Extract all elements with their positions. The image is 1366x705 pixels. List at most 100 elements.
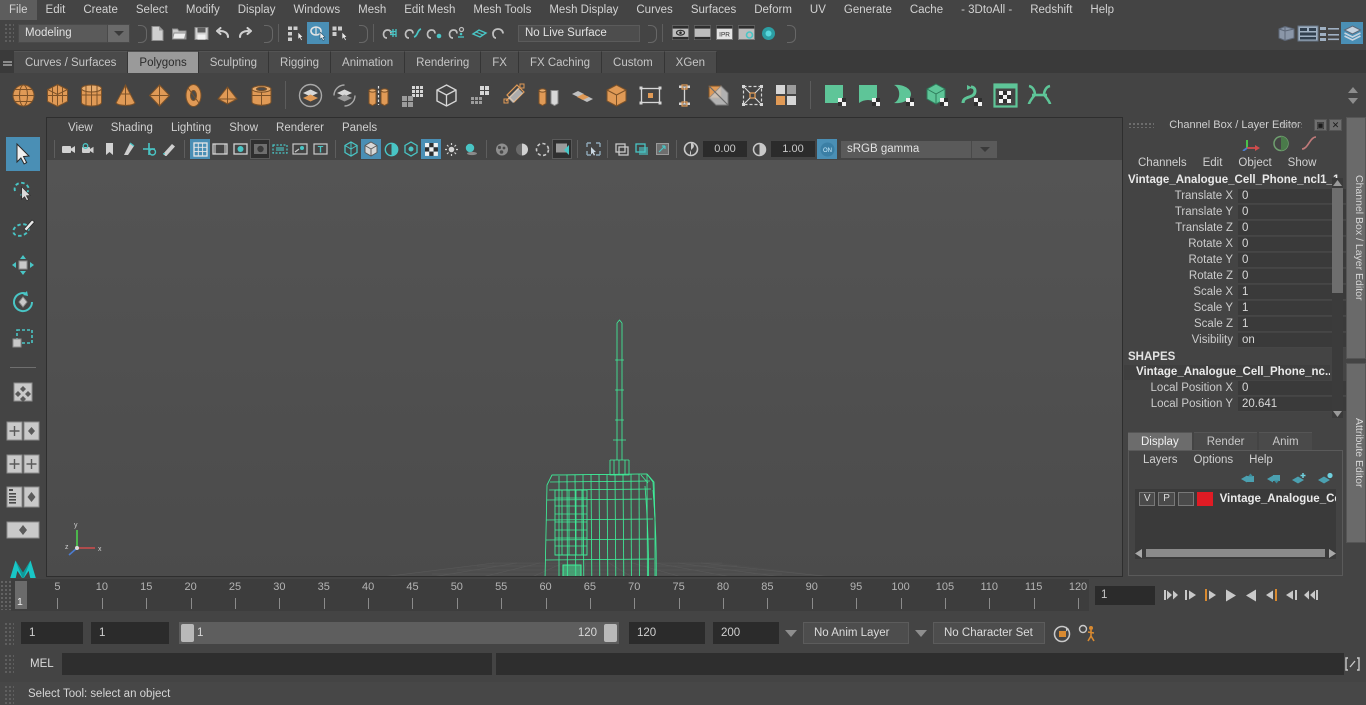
smooth-shade-selected-icon[interactable] (381, 139, 401, 159)
attribute-label[interactable]: Rotate X (1124, 238, 1238, 250)
scroll-up-arrow[interactable] (1332, 178, 1343, 187)
poly-sphere-icon[interactable] (6, 78, 40, 112)
time-slider[interactable]: 1 5 10 15 20 25 30 35 40 45 50 55 60 65 70 75 80 85 90 95 1… (11, 579, 1089, 611)
script-editor-icon[interactable] (1342, 654, 1362, 674)
layer-color-swatch[interactable] (1197, 491, 1213, 506)
menu-redshift[interactable]: Redshift (1021, 0, 1081, 20)
anti-alias-icon[interactable] (532, 139, 552, 159)
select-by-object-icon[interactable] (307, 22, 329, 44)
viewport-menu-renderer[interactable]: Renderer (267, 122, 333, 134)
color-space-dropdown-arrow[interactable] (971, 140, 997, 158)
viewport-menu-shading[interactable]: Shading (102, 122, 162, 134)
paint-weights-icon[interactable] (1272, 135, 1290, 152)
xray-joints-icon[interactable] (290, 139, 310, 159)
character-set-dropdown-arrow[interactable] (909, 622, 933, 644)
snap-to-grid-icon[interactable] (380, 22, 402, 44)
hypershade-icon[interactable] (757, 22, 779, 44)
attribute-label[interactable]: Local Position X (1124, 382, 1238, 394)
tool-settings-icon[interactable] (1319, 22, 1341, 44)
target-weld-icon[interactable] (667, 78, 701, 112)
poly-pipe-icon[interactable] (244, 78, 278, 112)
attribute-label[interactable]: Visibility (1124, 334, 1238, 346)
uv-spherical-icon[interactable] (886, 78, 920, 112)
menu-set-selector[interactable]: Modeling (18, 23, 130, 43)
outliner-persp-layout[interactable] (6, 518, 40, 542)
time-slider-grip[interactable] (0, 580, 11, 610)
layer-list[interactable]: V P Vintage_Analogue_Ce (1135, 489, 1336, 559)
new-scene-icon[interactable] (146, 22, 168, 44)
grid-toggle-icon[interactable] (190, 139, 210, 159)
menu-select[interactable]: Select (127, 0, 177, 20)
attribute-editor-icon[interactable] (1297, 22, 1319, 44)
last-tool[interactable] (6, 376, 40, 410)
step-back-frame-icon[interactable] (1202, 584, 1220, 606)
menu-modify[interactable]: Modify (177, 0, 229, 20)
camera-attributes-icon[interactable] (79, 139, 99, 159)
two-pane-layout[interactable] (6, 452, 40, 476)
scroll-down-arrow[interactable] (1332, 409, 1343, 418)
layer-row[interactable]: V P Vintage_Analogue_Ce (1135, 489, 1336, 506)
channel-box-menu-channels[interactable]: Channels (1130, 157, 1195, 169)
quad-draw-icon[interactable] (497, 78, 531, 112)
attribute-label[interactable]: Scale Y (1124, 302, 1238, 314)
layer-name[interactable]: Vintage_Analogue_Ce (1216, 493, 1336, 505)
move-layer-up-icon[interactable] (1239, 472, 1256, 485)
combine-icon[interactable] (293, 78, 327, 112)
rotate-tool[interactable] (6, 285, 40, 319)
smooth-icon[interactable] (395, 78, 429, 112)
attribute-label[interactable]: Rotate Y (1124, 254, 1238, 266)
shelf-tab-xgen[interactable]: XGen (664, 51, 718, 73)
layer-tab-render[interactable]: Render (1193, 432, 1258, 450)
menu-file[interactable]: File (0, 0, 37, 20)
shelf-tab-fx[interactable]: FX (481, 51, 519, 73)
make-live-icon[interactable] (490, 22, 512, 44)
viewport-effects-icon[interactable] (552, 139, 572, 159)
uv-automatic-icon[interactable] (920, 78, 954, 112)
shelf-scroll-arrows[interactable] (1344, 74, 1366, 116)
layer-tab-display[interactable]: Display (1128, 432, 1192, 450)
step-forward-keyframe-icon[interactable] (1282, 584, 1300, 606)
lasso-select-tool[interactable] (6, 174, 40, 208)
scroll-thumb[interactable] (1332, 188, 1343, 293)
attribute-value-field[interactable]: 0 (1238, 268, 1346, 284)
shelf-tab-grip[interactable] (0, 50, 14, 73)
anim-layer-selector[interactable]: No Anim Layer (803, 622, 909, 644)
select-by-hierarchy-icon[interactable] (285, 22, 307, 44)
animation-start-field[interactable]: 1 (21, 622, 83, 644)
multi-cut-icon[interactable] (463, 78, 497, 112)
menu-display[interactable]: Display (229, 0, 285, 20)
uv-editor-icon[interactable] (988, 78, 1022, 112)
attribute-label[interactable]: Scale X (1124, 286, 1238, 298)
uv-planar-icon[interactable] (818, 78, 852, 112)
menu-mesh[interactable]: Mesh (349, 0, 395, 20)
show-hide-channel-box-icon[interactable] (1275, 22, 1297, 44)
text-icon[interactable]: T (310, 139, 330, 159)
paint-select-tool[interactable] (6, 211, 40, 245)
bridge-icon[interactable] (565, 78, 599, 112)
help-line-grip[interactable] (3, 683, 14, 704)
poly-octahedron-icon[interactable] (142, 78, 176, 112)
attribute-value-field[interactable]: 1 (1238, 316, 1346, 332)
anim-layer-dropdown-arrow[interactable] (779, 622, 803, 644)
command-line-language-label[interactable]: MEL (16, 658, 62, 670)
attribute-label[interactable]: Scale Z (1124, 318, 1238, 330)
attribute-value-field[interactable]: 0 (1238, 380, 1346, 396)
render-view-icon[interactable] (669, 22, 691, 44)
range-slider-bar[interactable]: 1 120 (179, 622, 619, 644)
gamma-value[interactable]: 1.00 (771, 141, 815, 157)
close-panel-button[interactable]: ✕ (1329, 119, 1342, 131)
range-start-field[interactable]: 1 (91, 622, 169, 644)
shelf-tab-curves-surfaces[interactable]: Curves / Surfaces (14, 51, 129, 73)
menu-edit[interactable]: Edit (37, 0, 75, 20)
mirror-icon[interactable] (599, 78, 633, 112)
range-start-handle[interactable] (181, 624, 194, 642)
viewport-menu-view[interactable]: View (59, 122, 102, 134)
viewport-3d-view[interactable]: y x z (47, 160, 1122, 576)
layer-visibility-toggle[interactable]: V (1139, 491, 1156, 506)
gate-mask-icon[interactable] (250, 139, 270, 159)
modeling-toolkit-icon[interactable] (1341, 22, 1363, 44)
live-surface-field[interactable]: No Live Surface (518, 24, 640, 42)
menu-create[interactable]: Create (74, 0, 127, 20)
new-layer-icon[interactable] (1291, 472, 1308, 485)
step-back-keyframe-icon[interactable] (1182, 584, 1200, 606)
